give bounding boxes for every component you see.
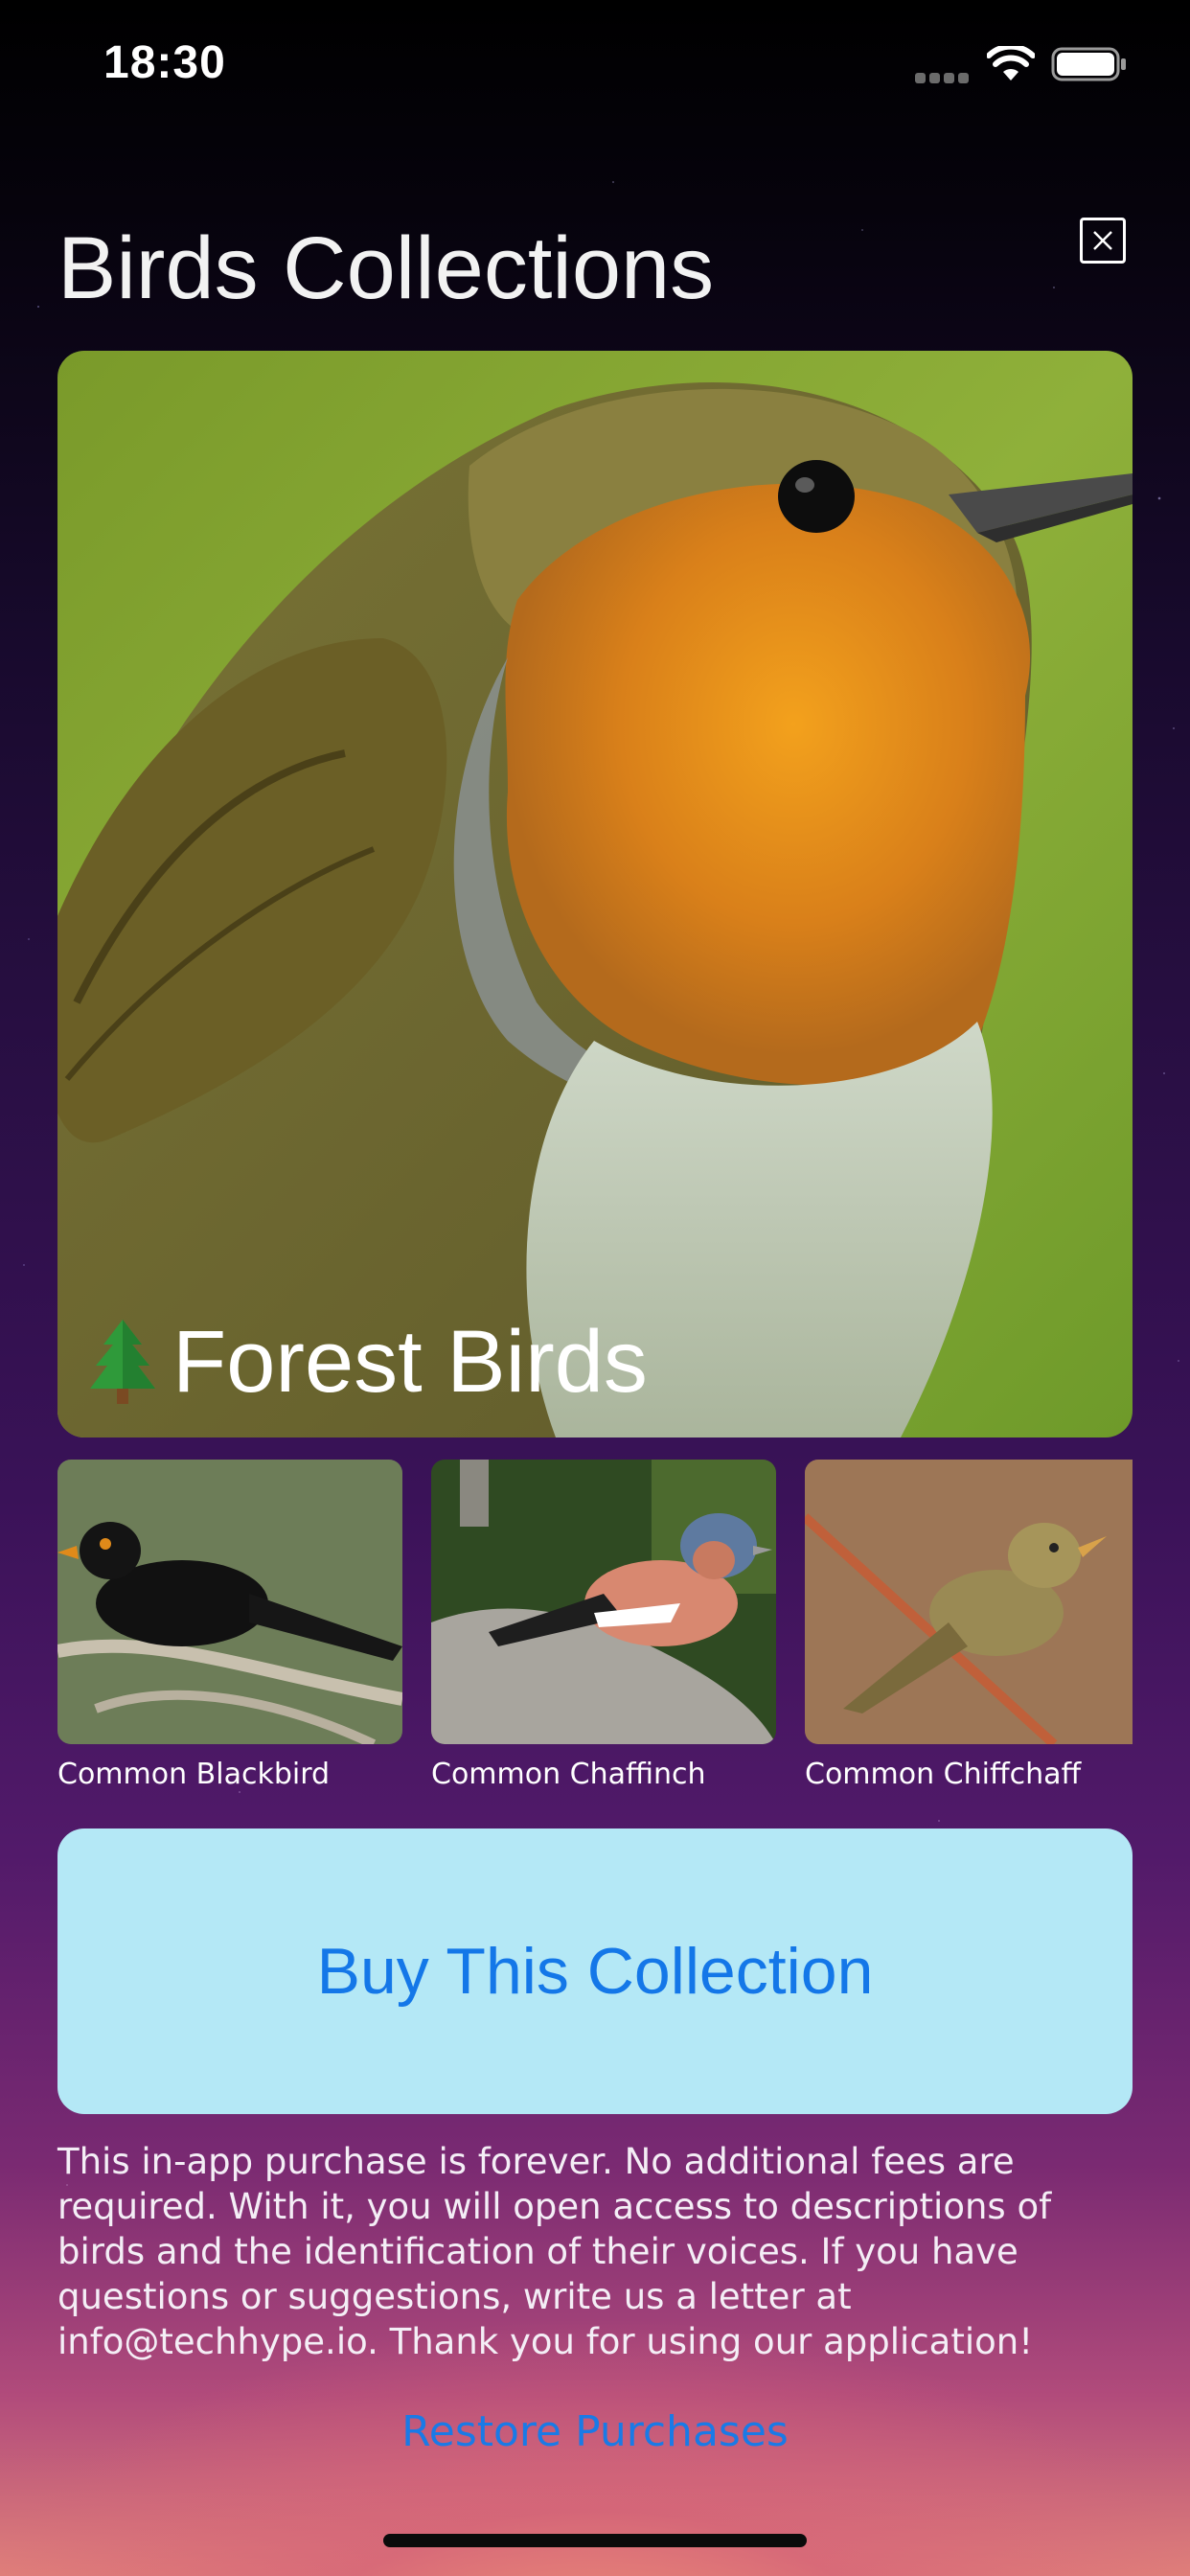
close-icon xyxy=(1093,231,1112,250)
thumbnail-label: Common Chaffinch xyxy=(431,1758,706,1791)
bird-thumbnail[interactable]: Common Blackbird xyxy=(57,1460,402,1791)
bird-thumbnail-list[interactable]: Common Blackbird Common Chaffinch Common… xyxy=(57,1460,1133,1805)
collection-title: Forest Birds xyxy=(172,1313,648,1411)
restore-purchases-link[interactable]: Restore Purchases xyxy=(0,2407,1190,2456)
hero-caption: Forest Birds xyxy=(86,1309,648,1414)
buy-collection-button[interactable]: Buy This Collection xyxy=(57,1828,1133,2114)
thumbnail-label: Common Blackbird xyxy=(57,1758,331,1791)
common-chaffinch-image xyxy=(431,1460,776,1744)
cellular-signal-icon xyxy=(915,69,973,83)
battery-icon xyxy=(1051,46,1128,82)
wifi-icon xyxy=(986,43,1036,82)
evergreen-tree-icon xyxy=(90,1320,155,1404)
buy-button-label: Buy This Collection xyxy=(316,1935,874,2008)
purchase-info-text: This in-app purchase is forever. No addi… xyxy=(57,2141,1052,2362)
thumbnail-label: Common Chiffchaff xyxy=(805,1758,1082,1791)
status-time: 18:30 xyxy=(103,37,226,88)
page-title: Birds Collections xyxy=(57,219,715,317)
collection-hero-card[interactable]: Forest Birds xyxy=(57,351,1133,1438)
bird-thumbnail[interactable]: Common Chiffchaff xyxy=(805,1460,1133,1791)
common-chiffchaff-image xyxy=(805,1460,1133,1744)
close-button[interactable] xyxy=(1080,218,1126,264)
home-indicator[interactable] xyxy=(383,2534,807,2547)
bird-thumbnail[interactable]: Common Chaffinch xyxy=(431,1460,776,1791)
common-blackbird-image xyxy=(57,1460,402,1744)
status-bar: 18:30 xyxy=(0,0,1190,125)
european-robin-image xyxy=(57,351,1133,1438)
